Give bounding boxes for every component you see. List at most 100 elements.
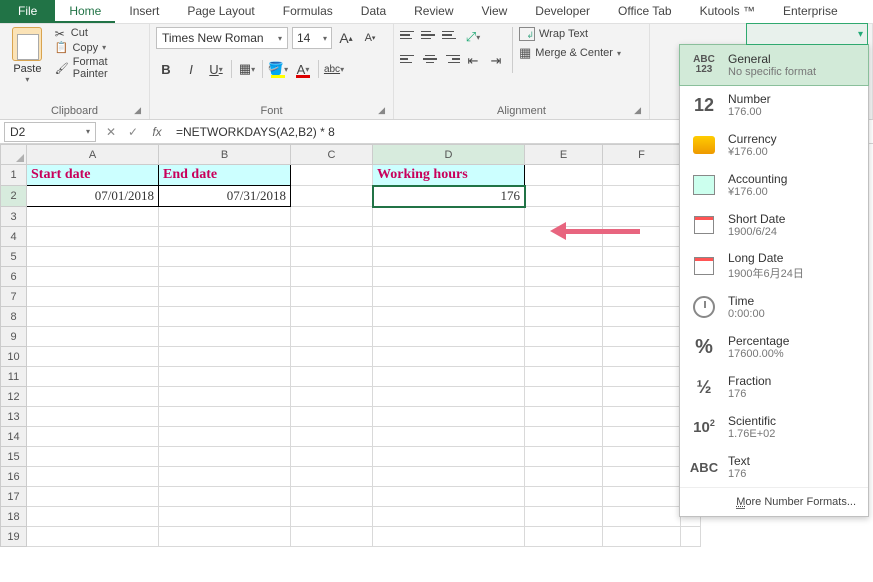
cell-B16[interactable]: [159, 467, 291, 487]
cell-F8[interactable]: [603, 307, 681, 327]
dialog-launcher-icon[interactable]: ◢: [634, 105, 641, 116]
row-header-12[interactable]: 12: [1, 387, 27, 407]
cell-B18[interactable]: [159, 507, 291, 527]
cell-F12[interactable]: [603, 387, 681, 407]
cell-B12[interactable]: [159, 387, 291, 407]
row-header-1[interactable]: 1: [1, 165, 27, 186]
cell-D9[interactable]: [373, 327, 525, 347]
cell-E17[interactable]: [525, 487, 603, 507]
underline-button[interactable]: U▾: [206, 59, 226, 79]
italic-button[interactable]: I: [181, 59, 201, 79]
number-format-option-accounting[interactable]: Accounting¥176.00: [680, 165, 868, 205]
cell-F19[interactable]: [603, 527, 681, 547]
cell-A15[interactable]: [27, 447, 159, 467]
cell-F17[interactable]: [603, 487, 681, 507]
cell-D1[interactable]: Working hours: [373, 165, 525, 186]
cell-F7[interactable]: [603, 287, 681, 307]
cell-B14[interactable]: [159, 427, 291, 447]
copy-button[interactable]: Copy▾: [55, 41, 143, 54]
cell-A7[interactable]: [27, 287, 159, 307]
column-header-D[interactable]: D: [373, 145, 525, 165]
cell-B5[interactable]: [159, 247, 291, 267]
cell-B15[interactable]: [159, 447, 291, 467]
row-header-14[interactable]: 14: [1, 427, 27, 447]
cell-B4[interactable]: [159, 227, 291, 247]
align-bottom-button[interactable]: [442, 27, 460, 43]
tab-developer[interactable]: Developer: [521, 0, 604, 23]
cell-E9[interactable]: [525, 327, 603, 347]
cell-D19[interactable]: [373, 527, 525, 547]
tab-insert[interactable]: Insert: [115, 0, 173, 23]
cell-D14[interactable]: [373, 427, 525, 447]
cell-D11[interactable]: [373, 367, 525, 387]
cell-F15[interactable]: [603, 447, 681, 467]
tab-page-layout[interactable]: Page Layout: [173, 0, 268, 23]
number-format-option-scientific[interactable]: 102 Scientific1.76E+02: [680, 407, 868, 447]
align-right-button[interactable]: [442, 51, 460, 67]
align-middle-button[interactable]: [421, 27, 439, 43]
cell-C7[interactable]: [291, 287, 373, 307]
cell-C6[interactable]: [291, 267, 373, 287]
paste-button[interactable]: Paste ▾: [6, 27, 49, 84]
cell-C10[interactable]: [291, 347, 373, 367]
cell-D16[interactable]: [373, 467, 525, 487]
name-box[interactable]: D2▾: [4, 122, 96, 142]
cell-E13[interactable]: [525, 407, 603, 427]
cell-F2[interactable]: [603, 186, 681, 207]
borders-button[interactable]: ▦▾: [237, 59, 257, 79]
cell-C2[interactable]: [291, 186, 373, 207]
cell-E15[interactable]: [525, 447, 603, 467]
cell-C8[interactable]: [291, 307, 373, 327]
cell-A3[interactable]: [27, 207, 159, 227]
row-header-17[interactable]: 17: [1, 487, 27, 507]
enter-formula-button[interactable]: ✓: [122, 125, 144, 139]
cell-E12[interactable]: [525, 387, 603, 407]
cell-F11[interactable]: [603, 367, 681, 387]
cell-E5[interactable]: [525, 247, 603, 267]
cell-C1[interactable]: [291, 165, 373, 186]
number-format-option-percentage[interactable]: % Percentage17600.00%: [680, 327, 868, 367]
cell-E6[interactable]: [525, 267, 603, 287]
cell-B13[interactable]: [159, 407, 291, 427]
cell-A16[interactable]: [27, 467, 159, 487]
cancel-formula-button[interactable]: ✕: [100, 125, 122, 139]
tab-enterprise[interactable]: Enterprise: [769, 0, 852, 23]
number-format-option-currency[interactable]: Currency¥176.00: [680, 125, 868, 165]
cell-F3[interactable]: [603, 207, 681, 227]
cell-C4[interactable]: [291, 227, 373, 247]
cell-C9[interactable]: [291, 327, 373, 347]
align-top-button[interactable]: [400, 27, 418, 43]
cell-E16[interactable]: [525, 467, 603, 487]
row-header-19[interactable]: 19: [1, 527, 27, 547]
cell-C17[interactable]: [291, 487, 373, 507]
dialog-launcher-icon[interactable]: ◢: [134, 105, 141, 116]
row-header-9[interactable]: 9: [1, 327, 27, 347]
number-format-option-fraction[interactable]: ½ Fraction176: [680, 367, 868, 407]
column-header-B[interactable]: B: [159, 145, 291, 165]
cell-E18[interactable]: [525, 507, 603, 527]
cell-C19[interactable]: [291, 527, 373, 547]
cell-B19[interactable]: [159, 527, 291, 547]
cell-D6[interactable]: [373, 267, 525, 287]
row-header-11[interactable]: 11: [1, 367, 27, 387]
dialog-launcher-icon[interactable]: ◢: [378, 105, 385, 116]
cell-F5[interactable]: [603, 247, 681, 267]
tab-office-tab[interactable]: Office Tab: [604, 0, 686, 23]
cell-C5[interactable]: [291, 247, 373, 267]
cell-D13[interactable]: [373, 407, 525, 427]
cell-F13[interactable]: [603, 407, 681, 427]
row-header-4[interactable]: 4: [1, 227, 27, 247]
cell-D10[interactable]: [373, 347, 525, 367]
cell-A14[interactable]: [27, 427, 159, 447]
cell-B6[interactable]: [159, 267, 291, 287]
cell-D5[interactable]: [373, 247, 525, 267]
row-header-15[interactable]: 15: [1, 447, 27, 467]
cell-E2[interactable]: [525, 186, 603, 207]
cell-C13[interactable]: [291, 407, 373, 427]
number-format-select[interactable]: ▾: [746, 23, 868, 45]
cell-E1[interactable]: [525, 165, 603, 186]
cell-D17[interactable]: [373, 487, 525, 507]
font-name-select[interactable]: Times New Roman▾: [156, 27, 288, 49]
align-left-button[interactable]: [400, 51, 418, 67]
cell-A10[interactable]: [27, 347, 159, 367]
